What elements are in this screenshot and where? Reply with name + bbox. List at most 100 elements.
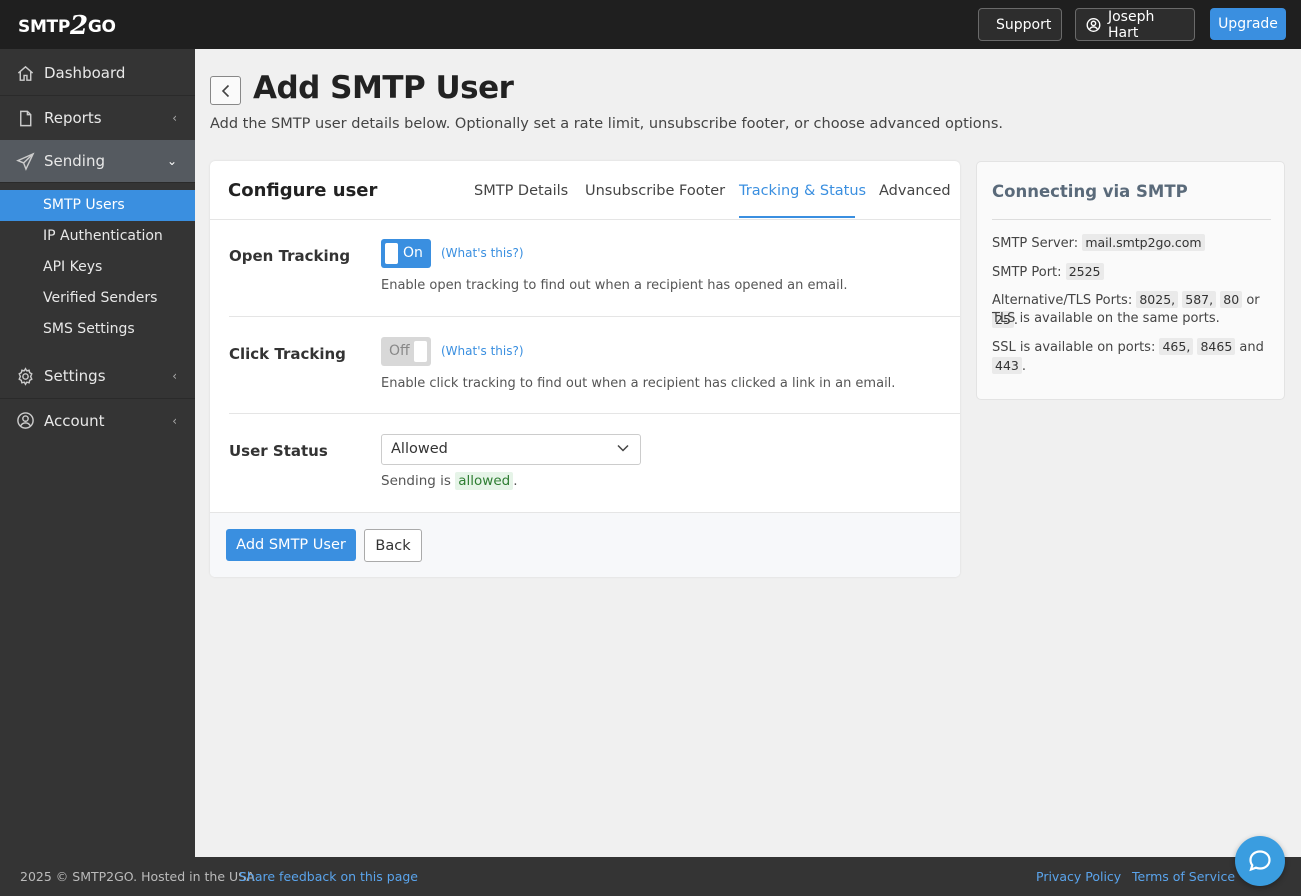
card-footer: Add SMTP User Back (210, 512, 960, 577)
smtp-server-label: SMTP Server: (992, 236, 1079, 251)
tls-note: TLS is available on the same ports. (992, 311, 1220, 326)
chevron-left-icon: ‹ (172, 413, 177, 428)
status-suffix: . (513, 473, 518, 489)
chat-button[interactable] (1235, 836, 1285, 886)
tab-smtp-details[interactable]: SMTP Details (474, 183, 568, 199)
smtp-port-line: SMTP Port: 2525 (992, 262, 1104, 282)
add-smtp-user-button[interactable]: Add SMTP User (226, 529, 356, 561)
sidebar-item-account[interactable]: Account ‹ (0, 398, 195, 443)
port-badge: 80 (1220, 291, 1243, 308)
home-icon (17, 65, 34, 81)
upgrade-button[interactable]: Upgrade (1210, 8, 1286, 40)
chevron-left-icon: ‹ (172, 111, 177, 125)
port-badge: 465, (1159, 338, 1194, 355)
divider (229, 413, 960, 414)
sidebar-subitem-sms-settings[interactable]: SMS Settings (0, 314, 195, 345)
active-tab-indicator (739, 216, 855, 218)
back-button[interactable]: Back (364, 529, 422, 562)
top-bar: SMTP2GO Support Joseph Hart Upgrade (0, 0, 1301, 49)
card-title: Configure user (228, 180, 378, 201)
smtp-server-line: SMTP Server: mail.smtp2go.com (992, 233, 1205, 253)
feedback-link[interactable]: Share feedback on this page (239, 869, 418, 884)
click-tracking-whats-this-link[interactable]: (What's this?) (441, 344, 524, 358)
info-title: Connecting via SMTP (992, 182, 1188, 201)
sidebar-subitem-smtp-users[interactable]: SMTP Users (0, 190, 195, 221)
port-badge: 587, (1182, 291, 1217, 308)
toggle-text: On (403, 245, 423, 261)
sidebar-item-label: Settings (44, 367, 106, 385)
and-text: and (1239, 340, 1264, 355)
open-tracking-toggle[interactable]: On (381, 239, 431, 268)
copyright-text: 2025 © SMTP2GO. Hosted in the USA (20, 869, 255, 884)
page-title: Add SMTP User (253, 70, 514, 106)
tab-tracking-status[interactable]: Tracking & Status (739, 183, 866, 199)
divider (992, 219, 1271, 220)
sidebar-subitem-ip-authentication[interactable]: IP Authentication (0, 221, 195, 252)
user-menu-button[interactable]: Joseph Hart (1075, 8, 1195, 41)
terms-of-service-link[interactable]: Terms of Service (1132, 869, 1235, 884)
toggle-text: Off (389, 343, 410, 359)
divider (210, 219, 960, 220)
period-text: . (1021, 359, 1026, 374)
support-label: Support (996, 16, 1052, 33)
open-tracking-help: Enable open tracking to find out when a … (381, 278, 848, 293)
click-tracking-help: Enable click tracking to find out when a… (381, 376, 896, 391)
sidebar-item-label: Account (44, 411, 105, 430)
support-button[interactable]: Support (978, 8, 1062, 41)
alt-ports-label: Alternative/TLS Ports: (992, 293, 1133, 308)
smtp-port-value: 2525 (1065, 263, 1104, 280)
ssl-ports-line: SSL is available on ports: 465, 8465 and (992, 337, 1264, 357)
divider (229, 316, 960, 317)
sidebar-item-dashboard[interactable]: Dashboard (0, 51, 195, 96)
chevron-left-icon (221, 84, 229, 97)
user-status-selected-value: Allowed (391, 441, 448, 457)
user-status-select[interactable]: Allowed (381, 434, 641, 465)
open-tracking-label: Open Tracking (229, 247, 351, 265)
configure-user-card: Configure user SMTP Details Unsubscribe … (210, 161, 960, 577)
open-tracking-whats-this-link[interactable]: (What's this?) (441, 246, 524, 260)
connecting-info-card: Connecting via SMTP SMTP Server: mail.sm… (976, 161, 1285, 400)
sidebar-subitem-api-keys[interactable]: API Keys (0, 252, 195, 283)
toggle-knob (414, 341, 427, 362)
smtp-server-value: mail.smtp2go.com (1082, 234, 1205, 251)
back-arrow-button[interactable] (210, 76, 241, 105)
sending-status-line: Sending is allowed. (381, 472, 518, 490)
toggle-knob (385, 243, 398, 264)
privacy-policy-link[interactable]: Privacy Policy (1036, 869, 1121, 884)
logo-text-two: 2 (70, 11, 88, 41)
click-tracking-label: Click Tracking (229, 345, 346, 363)
tab-advanced[interactable]: Advanced (879, 183, 951, 199)
ssl-ports-label: SSL is available on ports: (992, 340, 1156, 355)
or-text: or (1246, 293, 1260, 308)
status-badge: allowed (455, 472, 514, 490)
sidebar: Dashboard Reports ‹ Sending ⌄ SMTP Users… (0, 49, 195, 857)
sidebar-item-reports[interactable]: Reports ‹ (0, 96, 195, 141)
user-name: Joseph Hart (1107, 8, 1155, 41)
ssl-ports-line-cont: 443. (992, 356, 1026, 376)
user-circle-icon (1086, 17, 1101, 32)
sidebar-item-label: Sending (44, 152, 105, 170)
chevron-left-icon: ‹ (172, 369, 177, 383)
sidebar-item-label: Dashboard (44, 64, 126, 82)
sidebar-item-settings[interactable]: Settings ‹ (0, 354, 195, 399)
document-icon (20, 110, 32, 126)
chevron-down-icon (617, 444, 629, 452)
user-circle-icon (17, 412, 34, 429)
port-badge: 8465 (1197, 338, 1236, 355)
logo[interactable]: SMTP2GO (18, 8, 116, 41)
port-badge: 443 (992, 357, 1022, 374)
sidebar-subitem-verified-senders[interactable]: Verified Senders (0, 283, 195, 314)
chevron-down-icon: ⌄ (166, 154, 177, 168)
logo-text-smtp: SMTP (18, 17, 71, 37)
gear-icon (18, 366, 33, 386)
tab-unsubscribe-footer[interactable]: Unsubscribe Footer (585, 183, 725, 199)
user-status-label: User Status (229, 442, 328, 460)
smtp-port-label: SMTP Port: (992, 265, 1062, 280)
sidebar-item-label: Reports (44, 109, 102, 127)
click-tracking-toggle[interactable]: Off (381, 337, 431, 366)
port-badge: 8025, (1136, 291, 1179, 308)
page-subtitle: Add the SMTP user details below. Optiona… (210, 116, 1004, 132)
sidebar-item-sending[interactable]: Sending ⌄ (0, 140, 195, 183)
footer: 2025 © SMTP2GO. Hosted in the USA Share … (0, 857, 1301, 896)
chat-bubble-icon (1249, 850, 1271, 872)
